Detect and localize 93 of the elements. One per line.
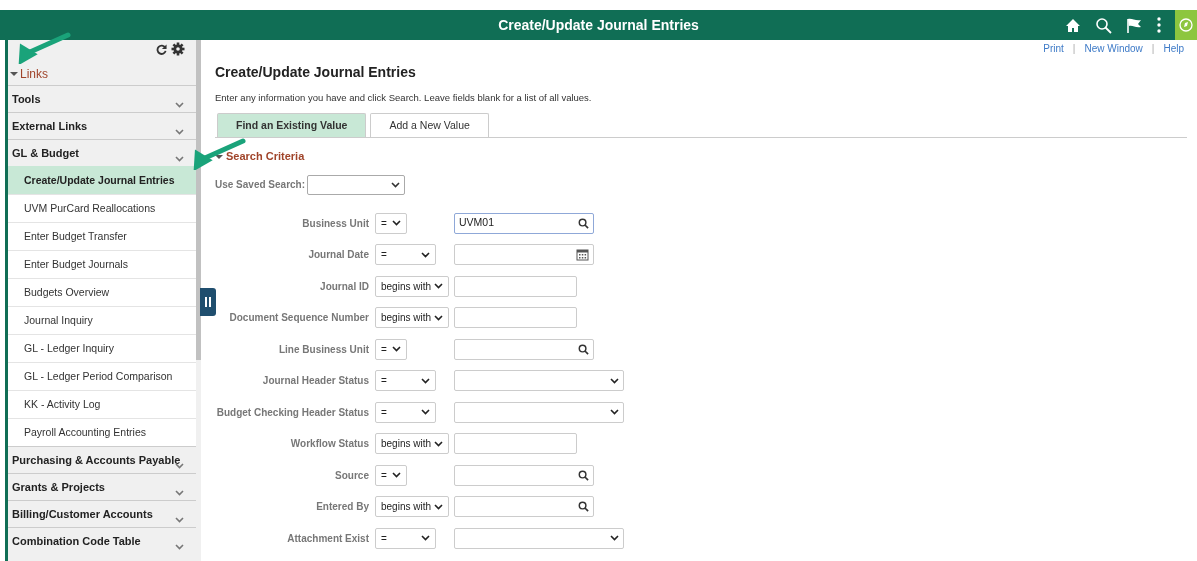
chevron-down-icon — [175, 517, 184, 523]
search-icon[interactable] — [578, 501, 589, 513]
input-field[interactable] — [454, 307, 577, 329]
input-field[interactable] — [454, 244, 594, 266]
instructions-text: Enter any information you have and click Search. Leave fields blank for a list of all values. — [215, 91, 593, 105]
chevron-down-icon — [175, 156, 184, 162]
tab[interactable]: Add a New Value — [370, 113, 489, 138]
collapse-handle[interactable] — [200, 288, 216, 316]
operator-dropdown[interactable]: = — [375, 212, 407, 234]
field-label: Budget Checking Header Status — [215, 405, 369, 420]
chevron-down-icon — [175, 102, 184, 108]
field-label: Journal ID — [319, 279, 369, 294]
operator-dropdown[interactable]: = — [375, 338, 407, 360]
compass-icon — [1179, 18, 1193, 32]
header-link[interactable]: Help — [1160, 41, 1187, 56]
more-icon[interactable] — [1157, 17, 1161, 33]
chevron-down-icon — [175, 129, 184, 135]
chevron-down-icon — [434, 314, 443, 321]
input-field[interactable] — [454, 338, 594, 360]
input-field[interactable] — [454, 464, 594, 486]
sidebar-item[interactable]: Enter Budget Transfer — [8, 222, 196, 250]
flag-icon[interactable] — [1126, 16, 1143, 34]
search-icon[interactable] — [578, 343, 589, 355]
caret-icon — [215, 153, 223, 160]
chevron-down-icon — [610, 377, 619, 384]
input-field[interactable] — [454, 496, 594, 518]
field-label: Document Sequence Number — [228, 311, 369, 326]
chevron-down-icon — [175, 544, 184, 550]
calendar-icon[interactable] — [576, 248, 589, 262]
sidebar-item[interactable]: Payroll Accounting Entries — [8, 418, 196, 446]
operator-dropdown[interactable]: begins with — [375, 496, 449, 518]
field-label: Journal Date — [307, 248, 369, 263]
field-label: Business Unit — [301, 216, 369, 231]
chevron-down-icon — [421, 377, 430, 384]
sidebar-item[interactable]: Budgets Overview — [8, 278, 196, 306]
chevron-down-icon — [421, 251, 430, 258]
input-field[interactable]: UVM01 — [454, 212, 594, 234]
operator-dropdown[interactable]: = — [375, 527, 436, 549]
chevron-down-icon — [391, 181, 401, 188]
operator-dropdown[interactable]: = — [375, 370, 436, 392]
chevron-down-icon — [434, 440, 443, 447]
sidebar-item[interactable]: Enter Budget Journals — [8, 250, 196, 278]
link-separator: | — [1151, 42, 1155, 56]
settings-icon[interactable] — [171, 42, 185, 56]
sidebar-item[interactable]: Journal Inquiry — [8, 306, 196, 334]
search-icon[interactable] — [578, 217, 589, 229]
chevron-down-icon — [610, 409, 619, 416]
sidebar-item[interactable]: KK - Activity Log — [8, 390, 196, 418]
chevron-down-icon — [175, 490, 184, 496]
chevron-down-icon — [434, 503, 443, 510]
operator-dropdown[interactable]: begins with — [375, 275, 449, 297]
field-label: Attachment Exist — [286, 531, 369, 546]
header-link[interactable]: Print — [1040, 41, 1067, 56]
tab[interactable]: Find an Existing Value — [217, 113, 367, 138]
chevron-down-icon — [392, 472, 401, 479]
header-link[interactable]: New Window — [1081, 41, 1146, 56]
sidebar-group[interactable]: Purchasing & Accounts Payable — [8, 446, 196, 473]
caret-icon — [10, 71, 18, 77]
field-label: Journal Header Status — [261, 374, 369, 389]
sidebar-item[interactable]: UVM PurCard Reallocations — [8, 194, 196, 222]
operator-dropdown[interactable]: begins with — [375, 433, 449, 455]
page-title: Create/Update Journal Entries — [497, 15, 700, 35]
operator-dropdown[interactable]: = — [375, 464, 407, 486]
sidebar-item[interactable]: GL - Ledger Period Comparison — [8, 362, 196, 390]
refresh-icon[interactable] — [156, 43, 167, 55]
input-field[interactable] — [454, 433, 577, 455]
field-label: Use Saved Search: — [215, 178, 306, 193]
input-field[interactable] — [454, 275, 577, 297]
operator-dropdown[interactable]: = — [375, 244, 436, 266]
operator-dropdown[interactable]: begins with — [375, 307, 449, 329]
field-label: Workflow Status — [289, 437, 369, 452]
chevron-down-icon — [392, 220, 401, 227]
chevron-down-icon — [434, 283, 443, 290]
field-label: Source — [334, 468, 369, 483]
search-icon[interactable] — [578, 469, 589, 481]
section-toggle[interactable]: Search Criteria — [215, 148, 305, 165]
chevron-down-icon — [421, 535, 430, 542]
sidebar-group[interactable]: Combination Code Table — [8, 527, 196, 554]
chevron-down-icon — [610, 535, 619, 542]
chevron-down-icon — [421, 409, 430, 416]
link-separator: | — [1072, 42, 1076, 56]
sidebar-group[interactable]: Billing/Customer Accounts — [8, 500, 196, 527]
sidebar-group[interactable]: Grants & Projects — [8, 473, 196, 500]
field-label: Entered By — [315, 500, 369, 515]
sidebar-item[interactable]: GL - Ledger Inquiry — [8, 334, 196, 362]
links-toggle[interactable]: Links — [10, 65, 48, 83]
field-label: Line Business Unit — [278, 342, 369, 357]
page-heading: Create/Update Journal Entries — [215, 63, 417, 82]
operator-dropdown[interactable]: = — [375, 401, 436, 423]
sidebar-item[interactable]: Create/Update Journal Entries — [8, 166, 196, 194]
search-icon[interactable] — [1095, 16, 1112, 34]
home-icon[interactable] — [1065, 17, 1081, 33]
chevron-down-icon — [392, 346, 401, 353]
